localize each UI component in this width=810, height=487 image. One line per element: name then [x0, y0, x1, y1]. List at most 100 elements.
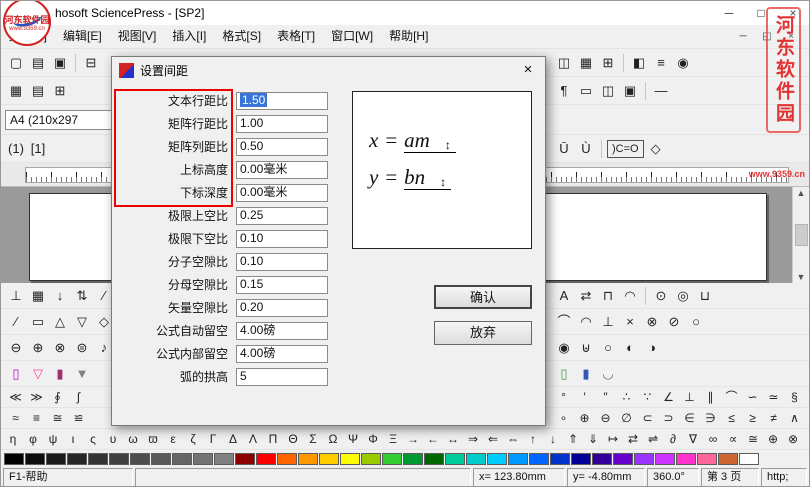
color-swatch[interactable] — [697, 452, 717, 465]
color-swatch[interactable] — [424, 452, 444, 465]
new-document-icon[interactable]: ▢ — [6, 53, 26, 73]
symbol-button[interactable]: ≅ — [743, 430, 763, 449]
symbol-button[interactable]: ≤ — [722, 409, 741, 428]
color-swatch[interactable] — [319, 452, 339, 465]
field-input[interactable]: 1.00 — [236, 114, 328, 133]
symbol-button[interactable]: ′ — [575, 388, 594, 407]
circled-times-icon[interactable]: ⊗ — [642, 312, 662, 332]
field-input[interactable]: 0.20 — [236, 298, 328, 317]
symbol-button[interactable]: ⇔ — [503, 430, 523, 449]
symbol-button[interactable]: Ω — [323, 430, 343, 449]
numbering-bracket-icon[interactable]: [1] — [28, 139, 48, 159]
circled-equal-icon[interactable]: ⊜ — [72, 338, 92, 358]
field-input[interactable]: 0.15 — [236, 275, 328, 294]
symbol-button[interactable]: Δ — [223, 430, 243, 449]
color-swatch[interactable] — [655, 452, 675, 465]
symbol-button[interactable]: Ξ — [383, 430, 403, 449]
menu-item[interactable]: 帮助[H] — [381, 25, 436, 48]
u-macron-icon[interactable]: Ū — [554, 139, 574, 159]
symbol-button[interactable]: ″ — [596, 388, 615, 407]
symbol-button[interactable]: ω — [123, 430, 143, 449]
border-all-icon[interactable]: ▦ — [6, 81, 26, 101]
letter-spacing-icon[interactable]: A — [554, 286, 574, 306]
symbol-button[interactable]: Π — [263, 430, 283, 449]
bottle-icon[interactable]: ▮ — [576, 364, 596, 384]
mdi-minimize-icon[interactable]: ─ — [731, 31, 755, 42]
list-view-icon[interactable]: ≡ — [651, 53, 671, 73]
menu-item[interactable]: 格式[S] — [214, 25, 269, 48]
color-swatch[interactable] — [256, 452, 276, 465]
symbol-button[interactable]: ≪ — [6, 388, 25, 407]
color-swatch[interactable] — [67, 452, 87, 465]
symbol-button[interactable]: ∧ — [785, 409, 804, 428]
symbol-button[interactable]: ≡ — [27, 409, 46, 428]
minimize-icon[interactable]: ─ — [713, 1, 745, 25]
open-folder-icon[interactable]: ▤ — [28, 53, 48, 73]
scrollbar-thumb[interactable] — [794, 224, 808, 246]
color-swatch[interactable] — [466, 452, 486, 465]
symbol-button[interactable]: υ — [103, 430, 123, 449]
carbonyl-group-icon[interactable]: )C=O — [607, 139, 644, 158]
symbol-button[interactable]: ≌ — [69, 409, 88, 428]
sphere-icon[interactable]: ◎ — [673, 286, 693, 306]
field-input[interactable]: 5 — [236, 367, 328, 386]
menu-item[interactable]: 视图[V] — [110, 25, 165, 48]
symbol-button[interactable]: η — [3, 430, 23, 449]
symbol-button[interactable]: ← — [423, 430, 443, 449]
symbol-button[interactable]: φ — [23, 430, 43, 449]
symbol-button[interactable]: ψ — [43, 430, 63, 449]
symbol-button[interactable]: Ψ — [343, 430, 363, 449]
symbol-button[interactable]: → — [403, 430, 423, 449]
filled-circle-icon[interactable]: ◉ — [554, 338, 574, 358]
symbol-button[interactable]: ↔ — [443, 430, 463, 449]
flask-icon[interactable]: ▽ — [28, 364, 48, 384]
symbol-button[interactable]: § — [785, 388, 804, 407]
symbol-button[interactable]: ⇄ — [623, 430, 643, 449]
funnel-icon[interactable]: ▼ — [72, 364, 92, 384]
table-icon[interactable]: ▦ — [576, 53, 596, 73]
print-preview-icon[interactable]: ◫ — [554, 53, 574, 73]
table-grid-icon[interactable]: ▦ — [28, 286, 48, 306]
arrow-updown-icon[interactable]: ⇅ — [72, 286, 92, 306]
pen-icon[interactable]: ∕ — [6, 312, 26, 332]
swap-arrows-icon[interactable]: ⇄ — [576, 286, 596, 306]
menu-item[interactable]: 编辑[E] — [55, 25, 110, 48]
symbol-button[interactable]: ⊕ — [763, 430, 783, 449]
numbering-paren-icon[interactable]: (1) — [6, 139, 26, 159]
symbol-button[interactable]: ∵ — [638, 388, 657, 407]
circled-plus-icon[interactable]: ⊕ — [28, 338, 48, 358]
symbol-button[interactable]: ∝ — [723, 430, 743, 449]
symbol-button[interactable]: ↦ — [603, 430, 623, 449]
symbol-button[interactable]: ∅ — [617, 409, 636, 428]
symbol-button[interactable]: ∂ — [663, 430, 683, 449]
columns-icon[interactable]: ◫ — [598, 81, 618, 101]
circled-slash-icon[interactable]: ⊘ — [664, 312, 684, 332]
field-input[interactable]: 0.00毫米 — [236, 160, 328, 179]
symbol-button[interactable]: ≠ — [764, 409, 783, 428]
symbol-button[interactable]: ⌒ — [722, 388, 741, 407]
symbol-button[interactable]: ≃ — [764, 388, 783, 407]
menu-item[interactable]: 表格[T] — [269, 25, 323, 48]
circle-icon[interactable]: ○ — [686, 312, 706, 332]
symbol-button[interactable]: ⊖ — [596, 409, 615, 428]
color-swatch[interactable] — [508, 452, 528, 465]
arc-tool-icon[interactable]: ⌒ — [554, 312, 574, 332]
symbol-button[interactable]: ∠ — [659, 388, 678, 407]
color-swatch[interactable] — [25, 452, 45, 465]
dialog-close-icon[interactable]: × — [511, 57, 545, 83]
symbol-button[interactable]: ⊗ — [783, 430, 803, 449]
scroll-down-icon[interactable]: ▼ — [797, 272, 806, 282]
discard-button[interactable]: 放弃 — [434, 321, 532, 345]
dish-icon[interactable]: ◡ — [598, 364, 618, 384]
color-swatch[interactable] — [151, 452, 171, 465]
color-swatch[interactable] — [130, 452, 150, 465]
circled-minus-icon[interactable]: ⊖ — [6, 338, 26, 358]
field-input[interactable]: 4.00磅 — [236, 344, 328, 363]
symbol-button[interactable]: ≅ — [48, 409, 67, 428]
cap-shape-icon[interactable]: ⊓ — [598, 286, 618, 306]
symbol-button[interactable]: ⇑ — [563, 430, 583, 449]
symbol-button[interactable]: ζ — [183, 430, 203, 449]
beaker-icon[interactable]: ▯ — [6, 364, 26, 384]
color-swatch[interactable] — [382, 452, 402, 465]
symbol-button[interactable]: Λ — [243, 430, 263, 449]
